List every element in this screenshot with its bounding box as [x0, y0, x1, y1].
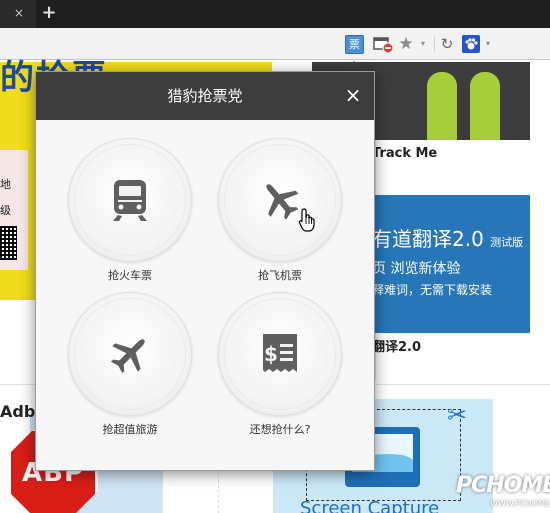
youdao-title-text: 有道翻译2.0 [372, 227, 484, 251]
browser-tab[interactable]: × [0, 0, 36, 28]
airplane-icon [110, 339, 145, 374]
qr-card-line: 级 [0, 204, 11, 217]
toolbar-separator [434, 36, 435, 52]
male-figure [427, 72, 457, 140]
option-train-tickets[interactable]: 抢火车票 [68, 138, 192, 288]
adblock-link[interactable]: Adb [0, 402, 35, 422]
option-label: 抢超值旅游 [102, 423, 158, 436]
tab-close-icon[interactable]: × [12, 6, 26, 20]
screen-capture-link[interactable]: Screen Capture [300, 499, 439, 513]
youdao-subtitle: 释难词，无需下载安装 [372, 283, 493, 297]
tab-strip: × + [0, 0, 550, 28]
youdao-badge: 测试版 [490, 236, 524, 249]
svg-text:$: $ [264, 342, 278, 366]
close-icon[interactable]: × [342, 84, 364, 106]
youdao-subtitle: 页 浏览新体验 [372, 261, 461, 277]
search-engine-dropdown-icon[interactable]: ▾ [483, 33, 493, 55]
option-circle[interactable]: $ [218, 292, 342, 416]
option-label: 抢火车票 [108, 269, 152, 282]
search-engine-icon[interactable] [462, 35, 480, 53]
option-circle[interactable] [68, 138, 192, 262]
browser-toolbar: 票 ★ ▾ ↻ ▾ [0, 28, 550, 60]
youdao-title: 有道翻译2.0 测试版 [372, 226, 523, 256]
qr-card-line: 地 [0, 178, 11, 191]
popup-title: 猎豹抢票党 [167, 87, 243, 105]
ticket-popup: 猎豹抢票党 × 抢火车票 抢飞机票 抢超值旅游 $ 还想抢什么? [35, 71, 375, 471]
option-circle[interactable] [218, 138, 342, 262]
option-flight-tickets[interactable]: 抢飞机票 [218, 138, 342, 288]
qr-code-image [0, 226, 17, 260]
ticket-extension-icon[interactable]: 票 [345, 35, 364, 54]
new-tab-icon[interactable]: + [40, 4, 58, 22]
airplane-icon [266, 184, 299, 220]
option-label: 还想抢什么? [249, 423, 311, 436]
option-label: 抢飞机票 [258, 269, 302, 282]
option-more[interactable]: $ 还想抢什么? [218, 292, 342, 442]
scissors-icon: ✂ [446, 401, 468, 429]
hand-cursor-icon [298, 208, 315, 232]
train-icon [113, 180, 147, 221]
receipt-dollar-icon: $ [263, 334, 297, 372]
option-circle[interactable] [68, 292, 192, 416]
female-figure [470, 72, 500, 140]
watermark-url: WWW.PCHOME.NET [490, 499, 550, 508]
option-value-travel[interactable]: 抢超值旅游 [68, 292, 192, 442]
trackme-link[interactable]: Track Me [372, 145, 437, 163]
refresh-icon[interactable]: ↻ [438, 34, 456, 54]
block-icon[interactable] [373, 35, 395, 54]
youdao-link[interactable]: 翻译2.0 [372, 339, 421, 357]
popup-header: 猎豹抢票党 × [36, 72, 374, 120]
bookmark-dropdown-icon[interactable]: ▾ [418, 33, 428, 55]
bookmark-star-icon[interactable]: ★ [397, 33, 415, 55]
